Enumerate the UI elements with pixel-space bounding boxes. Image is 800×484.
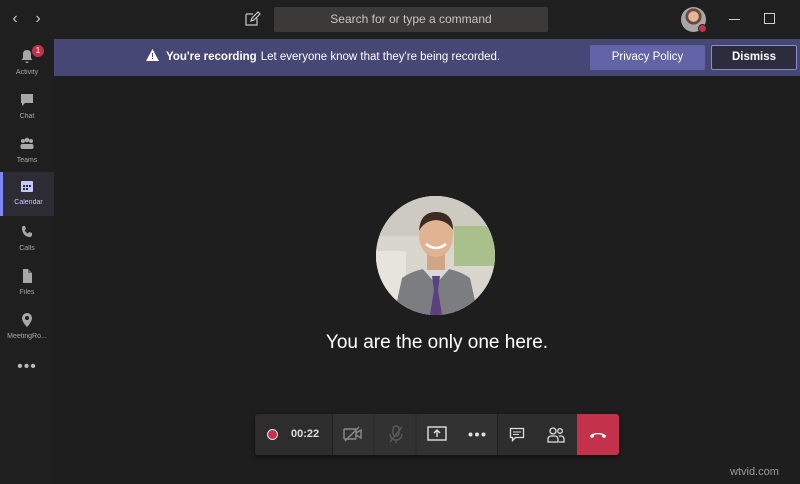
rail-item-activity[interactable]: 1 Activity: [0, 42, 54, 86]
banner-message: You're recording Let everyone know that t…: [146, 39, 500, 76]
file-icon: [23, 269, 32, 283]
watermark: wtvid.com: [730, 466, 779, 478]
show-conversation-button[interactable]: [498, 414, 536, 455]
mute-button[interactable]: [375, 414, 415, 455]
rail-label: MeetingRo...: [7, 333, 47, 340]
camera-off-icon: [343, 426, 362, 442]
rail-label: Teams: [16, 157, 38, 164]
banner-title: You're recording: [166, 51, 257, 63]
location-pin-icon: [22, 313, 32, 327]
more-apps-button[interactable]: •••: [0, 358, 54, 376]
call-controls: 00:22: [255, 414, 619, 455]
compose-icon[interactable]: [243, 10, 261, 28]
ellipsis-icon: [468, 432, 486, 437]
recording-banner: You're recording Let everyone know that t…: [54, 39, 800, 76]
rail-item-meetingrooms[interactable]: MeetingRo...: [0, 306, 54, 350]
chevron-right-icon[interactable]: ›: [29, 10, 47, 28]
dismiss-button[interactable]: Dismiss: [711, 45, 797, 70]
camera-off-button[interactable]: [333, 414, 373, 455]
chat-icon: [21, 94, 33, 106]
app-rail: 1 Activity Chat Teams Calendar Calls Fil…: [0, 38, 54, 484]
call-timer: 00:22: [291, 428, 320, 440]
rail-item-teams[interactable]: Teams: [0, 130, 54, 174]
rail-label: Activity: [15, 69, 39, 76]
hang-up-icon: [590, 433, 606, 438]
rail-item-chat[interactable]: Chat: [0, 86, 54, 130]
maximize-button[interactable]: [761, 10, 779, 28]
privacy-policy-button[interactable]: Privacy Policy: [590, 45, 705, 70]
participant-avatar: [376, 196, 495, 315]
banner-text: Let everyone know that they're being rec…: [260, 51, 501, 63]
rail-item-calendar[interactable]: Calendar: [0, 172, 54, 216]
recording-timer: 00:22: [255, 414, 332, 455]
warning-icon: [146, 49, 159, 62]
share-screen-icon: [427, 426, 447, 441]
chat-icon: [509, 427, 525, 443]
participants-icon: [547, 427, 565, 443]
recording-dot-icon: [267, 429, 278, 440]
chevron-left-icon[interactable]: ‹: [6, 10, 24, 28]
rail-item-files[interactable]: Files: [0, 262, 54, 306]
only-one-here-message: You are the only one here.: [325, 332, 549, 353]
phone-icon: [22, 226, 32, 237]
status-badge: [698, 24, 707, 33]
more-options-button[interactable]: [457, 414, 497, 455]
rail-label: Calls: [19, 245, 35, 252]
title-bar: ‹ › Search for or type a command: [0, 0, 800, 38]
mic-off-icon: [389, 425, 403, 443]
hang-up-button[interactable]: [577, 414, 619, 455]
calendar-icon: [21, 181, 33, 192]
minimize-button[interactable]: [726, 10, 744, 28]
rail-label: Calendar: [14, 199, 43, 206]
rail-label: Files: [19, 289, 35, 296]
rail-item-calls[interactable]: Calls: [0, 218, 54, 262]
share-screen-button[interactable]: [417, 414, 457, 455]
teams-icon: [20, 137, 34, 149]
show-participants-button[interactable]: [537, 414, 575, 455]
notification-badge: 1: [32, 45, 44, 57]
search-input[interactable]: Search for or type a command: [274, 7, 548, 32]
rail-label: Chat: [19, 113, 35, 120]
